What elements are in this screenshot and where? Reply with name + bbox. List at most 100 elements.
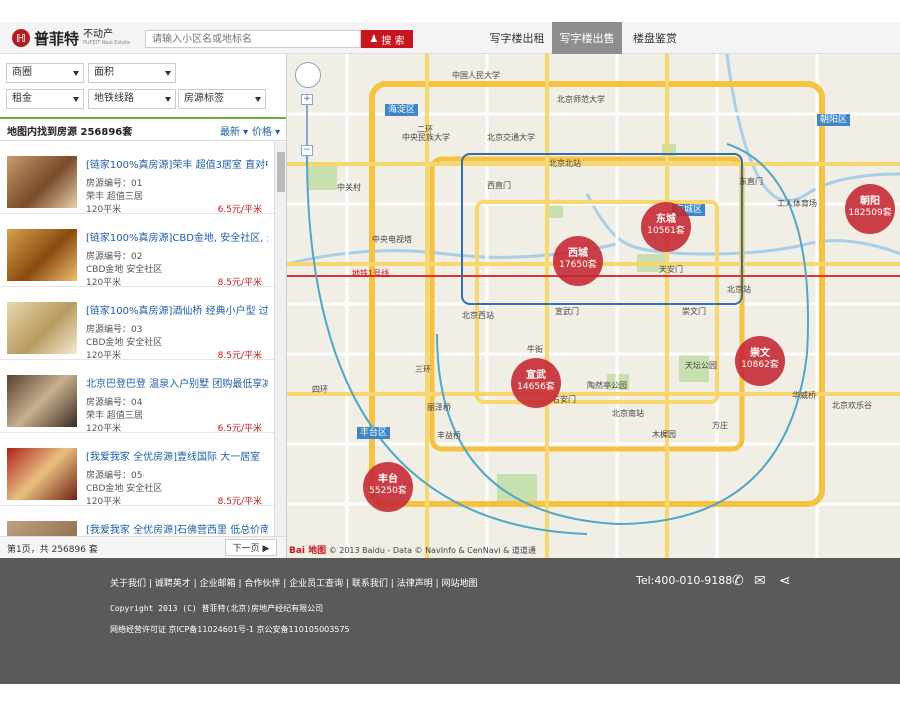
scrollbar-thumb[interactable] bbox=[277, 152, 285, 192]
cluster-count: 10561套 bbox=[647, 226, 685, 236]
listing-item[interactable]: 北京巴登巴登 温泉入户别墅 团购最低享减 房源编号：04 荣丰 超值三居 120… bbox=[0, 361, 274, 434]
footer-link-about[interactable]: 关于我们 bbox=[110, 576, 146, 589]
filter-panel: 商圈 面积 租金 地铁线路 房源标签 bbox=[0, 60, 286, 116]
cluster-marker-dongcheng[interactable]: 东城 10561套 bbox=[641, 202, 691, 252]
filter-label: 商圈 bbox=[12, 67, 32, 78]
results-count: 地图内找到房源 256896套 bbox=[7, 127, 133, 138]
phone-number: Tel:400-010-9188 bbox=[636, 574, 733, 587]
cluster-name: 崇文 bbox=[750, 348, 770, 359]
footer-link-careers[interactable]: 诚聘英才 bbox=[155, 576, 191, 589]
person-icon: ♟ bbox=[369, 33, 379, 45]
brand-subtitle: 不动产 bbox=[83, 29, 114, 40]
listing-item[interactable]: [我爱我家 全优房源]壹线国际 大一居室 房源编号：05 CBD金地 安全社区 … bbox=[0, 434, 274, 507]
map-place-label: 北京欢乐谷 bbox=[832, 401, 872, 410]
footer-link-email[interactable]: 企业邮箱 bbox=[200, 576, 236, 589]
listing-item[interactable]: [链家100%真房源]荣丰 超值3居室 直对中 房源编号：01 荣丰 超值三居 … bbox=[0, 142, 274, 215]
listing-photo bbox=[7, 448, 77, 500]
pagination: 第1页，共 256896 套 下一页 ▶ bbox=[0, 536, 286, 558]
map-place-label: 牛街 bbox=[527, 345, 543, 354]
tab-office-rent[interactable]: 写字楼出租 bbox=[482, 22, 552, 54]
cluster-count: 55250套 bbox=[369, 486, 407, 496]
map-place-label: 北京南站 bbox=[612, 409, 644, 418]
footer-link-partners[interactable]: 合作伙伴 bbox=[244, 576, 280, 589]
listing-photo bbox=[7, 375, 77, 427]
listing-scrollbar[interactable] bbox=[274, 142, 286, 536]
brand-logo[interactable]: ℍ 普菲特 不动产 PUFEIT Real Estate bbox=[12, 27, 130, 49]
search-input[interactable] bbox=[145, 30, 361, 48]
map-place-label: 三环 bbox=[415, 365, 431, 374]
map-place-label: 四环 bbox=[312, 385, 328, 394]
listing-item[interactable]: [链家100%真房源]CBD金地, 安全社区, 无 房源编号：02 CBD金地 … bbox=[0, 215, 274, 288]
logo-icon: ℍ bbox=[12, 29, 30, 47]
share-icon[interactable]: ⋖ bbox=[779, 573, 791, 589]
sort-latest-link[interactable]: 最新 ▾ bbox=[220, 123, 248, 138]
footer-link-sitemap[interactable]: 网站地图 bbox=[441, 576, 477, 589]
listing-number: 房源编号：05 bbox=[86, 471, 143, 481]
listing-size: 120平米 bbox=[86, 351, 122, 361]
zoom-in-button[interactable]: + bbox=[301, 94, 313, 105]
cluster-marker-xuanwu[interactable]: 宣武 14656套 bbox=[511, 358, 561, 408]
listing-title[interactable]: [我爱我家 全优房源]石佛营西里 低总价南 bbox=[86, 521, 268, 536]
cluster-marker-fengtai[interactable]: 丰台 55250套 bbox=[363, 462, 413, 512]
listing-photo bbox=[7, 229, 77, 281]
search-button[interactable]: ♟ 搜 索 bbox=[361, 30, 413, 48]
listing-number: 房源编号：01 bbox=[86, 179, 143, 189]
cluster-marker-xicheng[interactable]: 西城 17650套 bbox=[553, 236, 603, 286]
listing-title[interactable]: [我爱我家 全优房源]壹线国际 大一居室 bbox=[86, 448, 268, 463]
listing-community: CBD金地 安全社区 bbox=[86, 484, 163, 494]
cluster-marker-chongwen[interactable]: 崇文 10862套 bbox=[735, 336, 785, 386]
filter-area[interactable]: 面积 bbox=[88, 63, 176, 83]
footer: 关于我们 | 诚聘英才 | 企业邮箱 | 合作伙伴 | 企业员工查询 | 联系我… bbox=[0, 558, 900, 684]
next-page-button[interactable]: 下一页 ▶ bbox=[225, 539, 277, 556]
footer-link-staff-lookup[interactable]: 企业员工查询 bbox=[289, 576, 343, 589]
sort-latest-label: 最新 bbox=[220, 127, 240, 138]
listing-photo bbox=[7, 156, 77, 208]
filter-label: 面积 bbox=[94, 67, 114, 78]
cluster-name: 朝阳 bbox=[860, 196, 880, 207]
zoom-slider[interactable] bbox=[306, 105, 308, 145]
filter-subway-line[interactable]: 地铁线路 bbox=[88, 89, 176, 109]
license-text: 网络经营许可证 京ICP备11024601号-1 京公安备11010500357… bbox=[110, 625, 350, 634]
listing-title[interactable]: [链家100%真房源]荣丰 超值3居室 直对中 bbox=[86, 156, 268, 171]
sort-price-link[interactable]: 价格 ▾ bbox=[252, 123, 280, 138]
map-place-label: 木樨园 bbox=[652, 430, 676, 439]
map-place-label: 陶然亭公园 bbox=[587, 381, 627, 390]
listing-item[interactable]: [我爱我家 全优房源]石佛营西里 低总价南 bbox=[0, 507, 274, 536]
tab-building-showcase[interactable]: 楼盘鉴赏 bbox=[622, 22, 688, 54]
filter-label: 租金 bbox=[12, 93, 32, 104]
map-place-label: 天坛公园 bbox=[685, 361, 717, 370]
mail-icon[interactable]: ✉ bbox=[754, 573, 766, 589]
map-place-label: 中央电视塔 bbox=[372, 235, 412, 244]
map-place-label: 丰益桥 bbox=[437, 431, 461, 440]
baidu-map-logo[interactable]: Bai 地图 bbox=[289, 546, 326, 556]
filter-listing-tag[interactable]: 房源标签 bbox=[178, 89, 266, 109]
listing-price: 8.5元/平米 bbox=[217, 497, 262, 507]
listing-title[interactable]: 北京巴登巴登 温泉入户别墅 团购最低享减 bbox=[86, 375, 268, 390]
listing-price: 6.5元/平米 bbox=[217, 205, 262, 215]
header-bar: ℍ 普菲特 不动产 PUFEIT Real Estate ♟ 搜 索 写字楼出租… bbox=[0, 22, 900, 54]
pan-control[interactable] bbox=[295, 62, 321, 88]
listing-number: 房源编号：02 bbox=[86, 252, 143, 262]
cluster-marker-chaoyang[interactable]: 朝阳 182509套 bbox=[845, 184, 895, 234]
map-place-label: 北京站 bbox=[727, 285, 751, 294]
sort-price-label: 价格 bbox=[252, 127, 272, 138]
listing-photo bbox=[7, 302, 77, 354]
phone-icon[interactable]: ✆ bbox=[732, 573, 744, 589]
listing-item[interactable]: [链家100%真房源]酒仙桥 经典小户型 过 房源编号：03 CBD金地 安全社… bbox=[0, 288, 274, 361]
zoom-out-button[interactable]: − bbox=[301, 145, 313, 156]
cluster-count: 182509套 bbox=[848, 208, 892, 218]
map-place-label: 宣武门 bbox=[555, 307, 579, 316]
map-view[interactable]: + − 海淀区 东城区 朝阳区 丰台区 中国人民大学 北京师范大学 中央民族大学… bbox=[286, 54, 900, 558]
brand-name: 普菲特 bbox=[34, 29, 80, 48]
listing-title[interactable]: [链家100%真房源]CBD金地, 安全社区, 无 bbox=[86, 229, 268, 244]
filter-rent[interactable]: 租金 bbox=[6, 89, 84, 109]
listing-price: 8.5元/平米 bbox=[217, 351, 262, 361]
cluster-count: 10862套 bbox=[741, 360, 779, 370]
tab-office-sale[interactable]: 写字楼出售 bbox=[552, 22, 622, 54]
footer-link-contact[interactable]: 联系我们 bbox=[352, 576, 388, 589]
map-place-label: 北京交通大学 bbox=[487, 133, 535, 142]
footer-link-legal[interactable]: 法律声明 bbox=[397, 576, 433, 589]
filter-business-district[interactable]: 商圈 bbox=[6, 63, 84, 83]
cluster-count: 17650套 bbox=[559, 260, 597, 270]
listing-title[interactable]: [链家100%真房源]酒仙桥 经典小户型 过 bbox=[86, 302, 268, 317]
